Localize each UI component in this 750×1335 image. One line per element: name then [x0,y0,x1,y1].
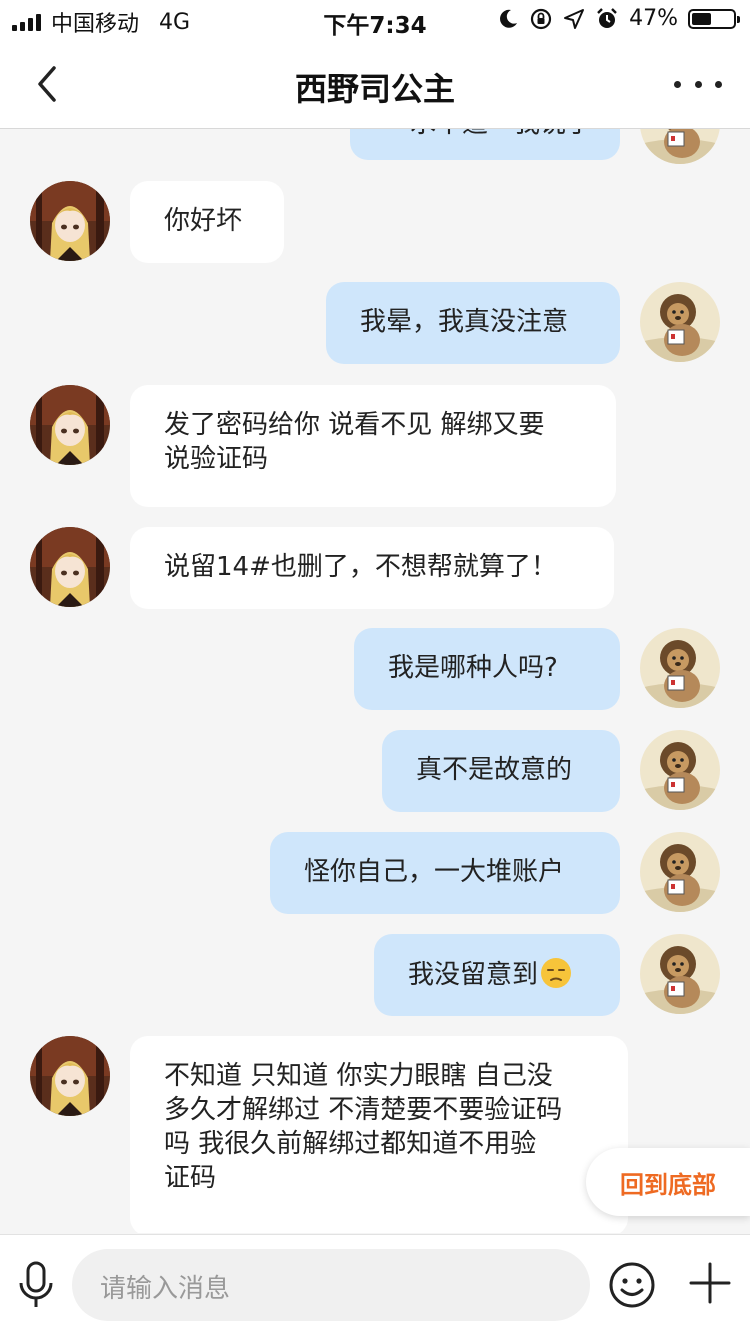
scroll-to-bottom-button[interactable]: 回到底部 [586,1148,750,1216]
plus-icon[interactable] [688,1261,732,1305]
message-text: 真不是故意的 [416,755,573,785]
incoming-message-row: 说留14#也删了，不想帮就算了！ [0,527,750,609]
message-input-placeholder: 请输入消息 [100,1274,231,1304]
message-text: 我晕，我真没注意 [360,307,569,337]
outgoing-message-row: 一水不道一我说了 [0,129,750,164]
my-avatar[interactable] [640,129,720,164]
message-bubble[interactable]: 你好坏 [130,181,284,263]
emoji-icon[interactable] [608,1261,656,1309]
my-avatar[interactable] [640,282,720,362]
message-bubble[interactable]: 我晕，我真没注意 [326,282,620,364]
message-line: 发了密码给你 说看不见 解绑又要 [164,410,545,440]
battery-percent: 47% [629,6,678,31]
message-text: 说留14#也删了，不想帮就算了！ [164,552,557,582]
outgoing-message-row: 怪你自己，一大堆账户 [0,832,750,914]
message-text: 你好坏 [164,206,243,236]
message-bubble[interactable]: 说留14#也删了，不想帮就算了！ [130,527,614,609]
contact-avatar[interactable] [30,1036,110,1116]
message-line: 证码 [164,1163,217,1193]
my-avatar[interactable] [640,934,720,1014]
message-line: 多久才解绑过 不清楚要不要验证码 [164,1095,563,1125]
message-list[interactable]: 一水不道一我说了你好坏我晕，我真没注意发了密码给你 说看不见 解绑又要说验证码说… [0,129,750,1233]
battery-icon [688,8,740,29]
my-avatar[interactable] [640,628,720,708]
moon-icon [500,9,518,28]
contact-avatar[interactable] [30,181,110,261]
contact-avatar[interactable] [30,385,110,465]
outgoing-message-row: 我没留意到 [0,934,750,1016]
my-avatar[interactable] [640,832,720,912]
incoming-message-row: 发了密码给你 说看不见 解绑又要 说验证码 [0,385,750,507]
my-avatar[interactable] [640,730,720,810]
message-bubble[interactable]: 不知道 只知道 你实力眼瞎 自己没 多久才解绑过 不清楚要不要验证码吗 我很久前解… [130,1036,628,1233]
incoming-message-row: 你好坏 [0,181,750,263]
message-bubble[interactable]: 一水不道一我说了 [350,129,620,160]
message-bubble[interactable]: 真不是故意的 [382,730,620,812]
rotation-lock-icon [530,8,552,29]
status-bar: 中国移动 4G 下午7:34 47% [0,0,750,40]
input-bar: 请输入消息 [0,1234,750,1335]
message-bubble[interactable]: 发了密码给你 说看不见 解绑又要 说验证码 [130,385,616,507]
chat-title: 西野司公主 [294,70,455,108]
message-line: 说验证码 [164,444,269,474]
microphone-icon[interactable] [16,1259,56,1311]
contact-avatar[interactable] [30,527,110,607]
message-bubble[interactable]: 我没留意到 [374,934,620,1016]
outgoing-message-row: 真不是故意的 [0,730,750,812]
outgoing-message-row: 我晕，我真没注意 [0,282,750,364]
message-bubble[interactable]: 怪你自己，一大堆账户 [270,832,620,914]
alarm-icon [597,7,617,28]
more-dots-icon[interactable] [674,70,722,98]
message-line: 不知道 只知道 你实力眼瞎 自己没 [164,1061,553,1091]
message-text: 一水不道一我说了 [384,129,592,139]
outgoing-message-row: 我是哪种人吗? [0,628,750,710]
message-text: 我没留意到 [408,960,539,990]
message-bubble[interactable]: 我是哪种人吗? [354,628,620,710]
message-line: 吗 我很久前解绑过都知道不用验 [164,1129,537,1159]
unamused-face-icon [538,958,572,990]
chat-header: 西野司公主 [0,40,750,129]
message-text: 怪你自己，一大堆账户 [304,857,565,887]
location-icon [564,8,585,29]
message-text: 我是哪种人吗? [388,653,558,683]
